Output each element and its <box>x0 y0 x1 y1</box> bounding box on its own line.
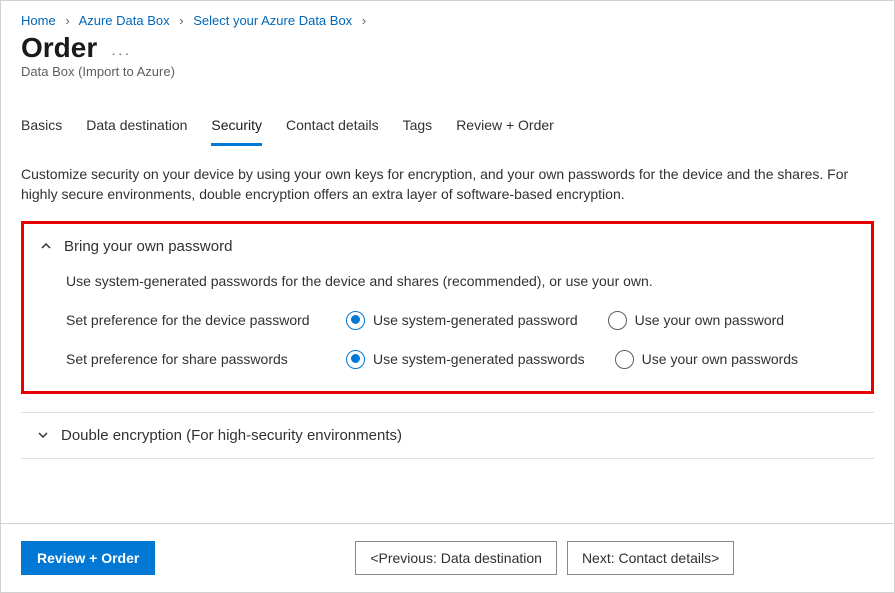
double-encryption-header[interactable]: Double encryption (For high-security env… <box>35 427 874 444</box>
tab-data-destination[interactable]: Data destination <box>86 113 187 146</box>
tab-contact-details[interactable]: Contact details <box>286 113 379 146</box>
radio-icon <box>615 350 634 369</box>
page-title: Order <box>21 32 97 64</box>
share-password-system-radio[interactable]: Use system-generated passwords <box>346 350 585 369</box>
device-password-label: Set preference for the device password <box>66 312 346 328</box>
previous-button[interactable]: <Previous: Data destination <box>355 541 557 575</box>
share-password-system-label: Use system-generated passwords <box>373 351 585 367</box>
double-encryption-section: Double encryption (For high-security env… <box>21 412 874 459</box>
security-description: Customize security on your device by usi… <box>21 164 874 205</box>
breadcrumb-home[interactable]: Home <box>21 13 56 28</box>
radio-icon <box>608 311 627 330</box>
page-subtitle: Data Box (Import to Azure) <box>21 64 874 79</box>
next-button[interactable]: Next: Contact details> <box>567 541 734 575</box>
bring-your-own-password-section: Bring your own password Use system-gener… <box>21 221 874 394</box>
breadcrumb-service[interactable]: Azure Data Box <box>79 13 170 28</box>
chevron-up-icon <box>38 240 54 252</box>
tab-basics[interactable]: Basics <box>21 113 62 146</box>
breadcrumb-sep: › <box>179 13 183 28</box>
breadcrumb-select[interactable]: Select your Azure Data Box <box>193 13 352 28</box>
bring-your-own-password-desc: Use system-generated passwords for the d… <box>66 273 857 289</box>
share-password-own-radio[interactable]: Use your own passwords <box>615 350 798 369</box>
device-password-own-label: Use your own password <box>635 312 784 328</box>
tab-review-order[interactable]: Review + Order <box>456 113 554 146</box>
device-password-system-radio[interactable]: Use system-generated password <box>346 311 578 330</box>
radio-icon <box>346 350 365 369</box>
double-encryption-title: Double encryption (For high-security env… <box>61 427 402 444</box>
wizard-footer: Review + Order <Previous: Data destinati… <box>1 523 894 592</box>
wizard-tabs: Basics Data destination Security Contact… <box>21 113 874 146</box>
chevron-down-icon <box>35 429 51 441</box>
tab-tags[interactable]: Tags <box>403 113 433 146</box>
share-password-label: Set preference for share passwords <box>66 351 346 367</box>
breadcrumb-sep: › <box>65 13 69 28</box>
more-actions-button[interactable]: ··· <box>111 45 131 61</box>
breadcrumb-sep: › <box>362 13 366 28</box>
breadcrumb: Home › Azure Data Box › Select your Azur… <box>21 11 874 28</box>
radio-icon <box>346 311 365 330</box>
review-order-button[interactable]: Review + Order <box>21 541 155 575</box>
bring-your-own-password-title: Bring your own password <box>64 238 232 255</box>
device-password-system-label: Use system-generated password <box>373 312 578 328</box>
share-password-own-label: Use your own passwords <box>642 351 798 367</box>
tab-security[interactable]: Security <box>211 113 262 146</box>
bring-your-own-password-header[interactable]: Bring your own password <box>38 238 857 255</box>
device-password-own-radio[interactable]: Use your own password <box>608 311 784 330</box>
